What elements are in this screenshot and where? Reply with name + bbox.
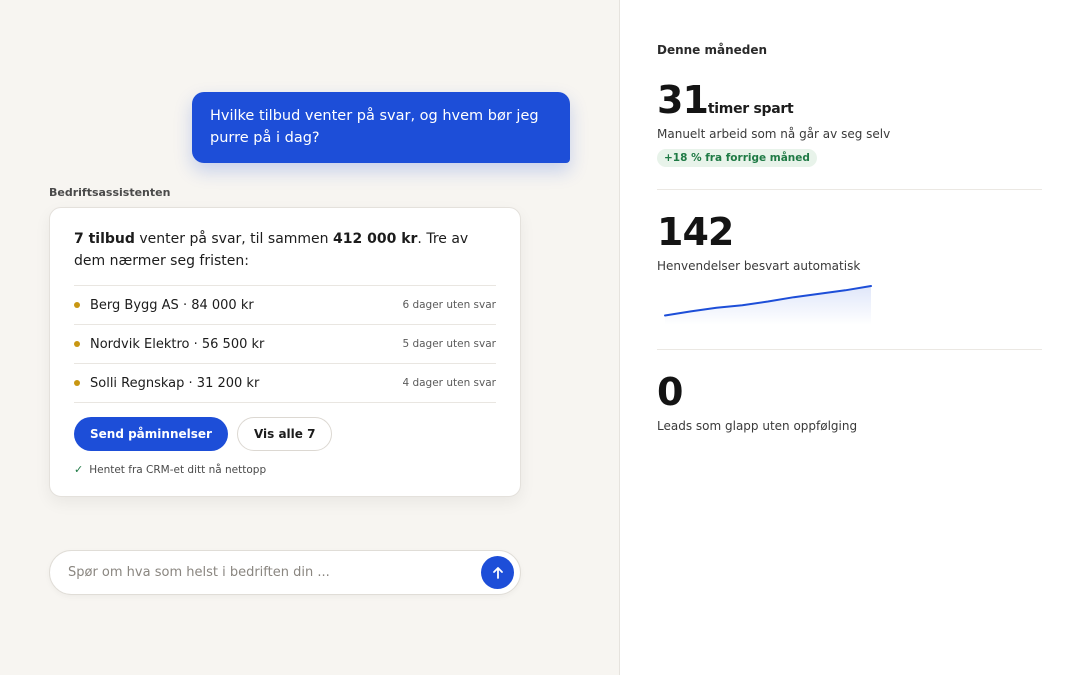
offer-name: Nordvik Elektro · 56 500 kr xyxy=(90,336,265,352)
check-icon: ✓ xyxy=(74,463,84,476)
assistant-name: Bedriftsassistenten xyxy=(49,186,171,199)
send-reminders-button[interactable]: Send påminnelser xyxy=(74,417,228,451)
chat-panel: Hvilke tilbud venter på svar, og hvem bø… xyxy=(0,0,619,675)
intro-text-1: venter på svar, til sammen xyxy=(134,231,333,247)
divider xyxy=(657,189,1042,190)
assistant-message-card: 7 tilbud venter på svar, til sammen 412 … xyxy=(49,207,521,497)
chat-input-box xyxy=(49,550,521,595)
source-note-text: Hentet fra CRM-et ditt nå nettopp xyxy=(89,463,267,476)
offer-status: 6 dager uten svar xyxy=(402,299,496,311)
offer-count: 7 tilbud xyxy=(74,231,135,247)
show-all-button[interactable]: Vis alle 7 xyxy=(236,417,333,451)
arrow-up-icon xyxy=(492,566,503,579)
offer-name: Berg Bygg AS · 84 000 kr xyxy=(90,297,254,313)
offer-status: 4 dager uten svar xyxy=(402,377,496,389)
hours-saved-label: Manuelt arbeid som nå går av seg selv xyxy=(657,127,891,141)
divider xyxy=(657,349,1042,350)
user-message-text: Hvilke tilbud venter på svar, og hvem bø… xyxy=(210,108,539,146)
missed-leads-value: 0 xyxy=(657,370,683,414)
missed-leads-label: Leads som glapp uten oppfølging xyxy=(657,419,858,433)
source-note: ✓ Hentet fra CRM-et ditt nå nettopp xyxy=(74,463,496,476)
offer-row: Nordvik Elektro · 56 500 kr 5 dager uten… xyxy=(74,325,496,364)
inquiries-metric: 142 Henvendelser besvart automatisk xyxy=(657,212,1041,273)
missed-leads-metric: 0 Leads som glapp uten oppfølging xyxy=(657,372,1041,433)
assistant-intro: 7 tilbud venter på svar, til sammen 412 … xyxy=(74,228,496,286)
offer-total: 412 000 kr xyxy=(333,231,418,247)
user-message-bubble: Hvilke tilbud venter på svar, og hvem bø… xyxy=(192,92,570,163)
trend-badge: +18 % fra forrige måned xyxy=(657,149,817,167)
offer-row: Berg Bygg AS · 84 000 kr 6 dager uten sv… xyxy=(74,286,496,325)
send-button[interactable] xyxy=(481,556,514,589)
hours-saved-unit: timer spart xyxy=(707,101,794,117)
offer-row: Solli Regnskap · 31 200 kr 4 dager uten … xyxy=(74,364,496,403)
hours-saved-metric: 31timer spart Manuelt arbeid som nå går … xyxy=(657,80,1041,167)
hours-saved-value: 31 xyxy=(657,78,709,122)
status-dot-icon xyxy=(74,302,80,308)
status-dot-icon xyxy=(74,341,80,347)
stats-panel: Denne måneden 31timer spart Manuelt arbe… xyxy=(619,0,1080,675)
inquiries-value: 142 xyxy=(657,210,734,254)
inquiries-sparkline xyxy=(664,285,872,325)
section-title: Denne måneden xyxy=(657,43,768,57)
offer-name: Solli Regnskap · 31 200 kr xyxy=(90,375,260,391)
status-dot-icon xyxy=(74,380,80,386)
action-buttons: Send påminnelser Vis alle 7 xyxy=(74,417,496,451)
inquiries-label: Henvendelser besvart automatisk xyxy=(657,259,861,273)
chat-input[interactable] xyxy=(68,551,468,594)
offer-status: 5 dager uten svar xyxy=(402,338,496,350)
